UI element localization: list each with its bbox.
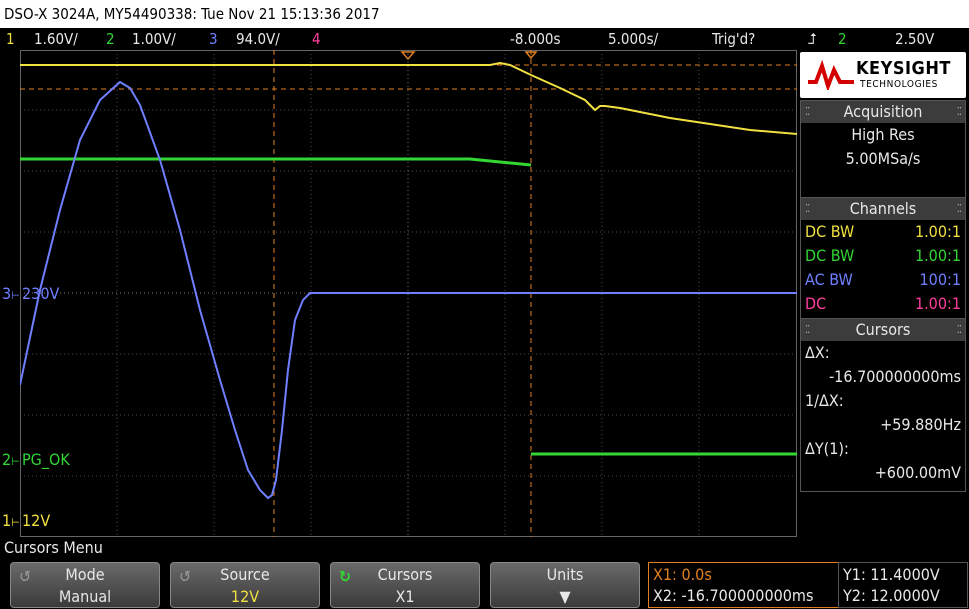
acquisition-rate: 5.00MSa/s <box>845 149 921 168</box>
cursor-inv-dx-label: 1/ΔX: <box>805 391 844 410</box>
cursor-dy-label: ΔY(1): <box>805 439 849 458</box>
menu-title: Cursors Menu <box>4 538 103 557</box>
cursor-x2-value: X2: -16.700000000ms <box>653 586 814 605</box>
keysight-logo: KEYSIGHT TECHNOLOGIES <box>800 52 966 98</box>
cursors-header: ⁚⁚ Cursors ⁚⁚ <box>801 319 965 341</box>
ch2-ground-marker[interactable]: 2⊢ <box>2 450 20 469</box>
cursor-y1-value: Y1: 11.4000V <box>843 565 940 584</box>
channel-row: DC BW 1.00:1 <box>805 222 961 241</box>
ch2-number[interactable]: 2 <box>106 28 115 50</box>
channel-row: DC BW 1.00:1 <box>805 246 961 265</box>
trigger-source: 2 <box>838 30 847 48</box>
acquisition-panel[interactable]: ⁚⁚ Acquisition ⁚⁚ High Res 5.00MSa/s <box>800 100 966 198</box>
acquisition-header: ⁚⁚ Acquisition ⁚⁚ <box>801 101 965 123</box>
channel-bar: 1 1.60V/ 2 1.00V/ 3 94.0V/ 4 -8.000s 5.0… <box>0 28 969 50</box>
ch3-scale: 94.0V/ <box>236 30 280 48</box>
acquisition-mode: High Res <box>851 125 915 144</box>
channels-header: ⁚⁚ Channels ⁚⁚ <box>801 198 965 220</box>
logo-sub: TECHNOLOGIES <box>860 79 938 90</box>
ch3-number[interactable]: 3 <box>209 28 218 50</box>
logo-brand: KEYSIGHT <box>856 58 951 79</box>
time-offset: -8.000s <box>510 30 561 48</box>
ch1-ground-marker[interactable]: 1⊢ <box>2 511 20 530</box>
channel-row: AC BW 100:1 <box>805 270 961 289</box>
waveform-display[interactable] <box>20 50 797 537</box>
ch1-number[interactable]: 1 <box>6 28 15 50</box>
cursor-y2-value: Y2: 12.0000V <box>843 586 940 605</box>
ch1-label: 12V <box>22 511 51 530</box>
ch3-ground-marker[interactable]: 3⊢ <box>2 284 20 303</box>
window-title: DSO-X 3024A, MY54490338: Tue Nov 21 15:1… <box>0 0 969 28</box>
cursor-dx-label: ΔX: <box>805 343 830 362</box>
cursor-x-readout: X1: 0.0s X2: -16.700000000ms <box>648 562 839 608</box>
cursor-y-readout: Y1: 11.4000V Y2: 12.0000V <box>838 562 968 608</box>
trigger-level: 2.50V <box>895 30 935 48</box>
channels-panel[interactable]: ⁚⁚ Channels ⁚⁚ DC BW 1.00:1 DC BW 1.00:1 A… <box>800 197 966 319</box>
ch2-label: PG_OK <box>22 450 70 469</box>
units-softkey[interactable]: Units ▼ <box>490 562 640 608</box>
cursor-dy-value: +600.00mV <box>874 463 961 482</box>
channel-row: DC 1.00:1 <box>805 294 961 313</box>
trigger-status: Trig'd? <box>712 30 756 48</box>
mode-softkey[interactable]: ↺ Mode Manual <box>10 562 160 608</box>
cursor-dx-value: -16.700000000ms <box>828 367 961 386</box>
trigger-edge-icon: ⮥ <box>808 30 817 48</box>
source-softkey[interactable]: ↺ Source 12V <box>170 562 320 608</box>
arrow-down-icon: ▼ <box>559 587 571 606</box>
trigger-position-marker <box>400 51 416 61</box>
ch3-label: 230V <box>22 284 60 303</box>
ch1-scale: 1.60V/ <box>34 30 78 48</box>
cursor-inv-dx-value: +59.880Hz <box>880 415 961 434</box>
cursor-x1-value: X1: 0.0s <box>653 565 712 584</box>
ch2-scale: 1.00V/ <box>132 30 176 48</box>
ch2-waveform-high <box>20 157 532 167</box>
cursors-softkey[interactable]: ↻ Cursors X1 <box>330 562 480 608</box>
cursors-panel[interactable]: ⁚⁚ Cursors ⁚⁚ ΔX: -16.700000000ms 1/ΔX: … <box>800 318 966 492</box>
keysight-wave-icon <box>808 60 854 90</box>
ch4-number[interactable]: 4 <box>312 28 321 50</box>
time-scale: 5.000s/ <box>608 30 659 48</box>
